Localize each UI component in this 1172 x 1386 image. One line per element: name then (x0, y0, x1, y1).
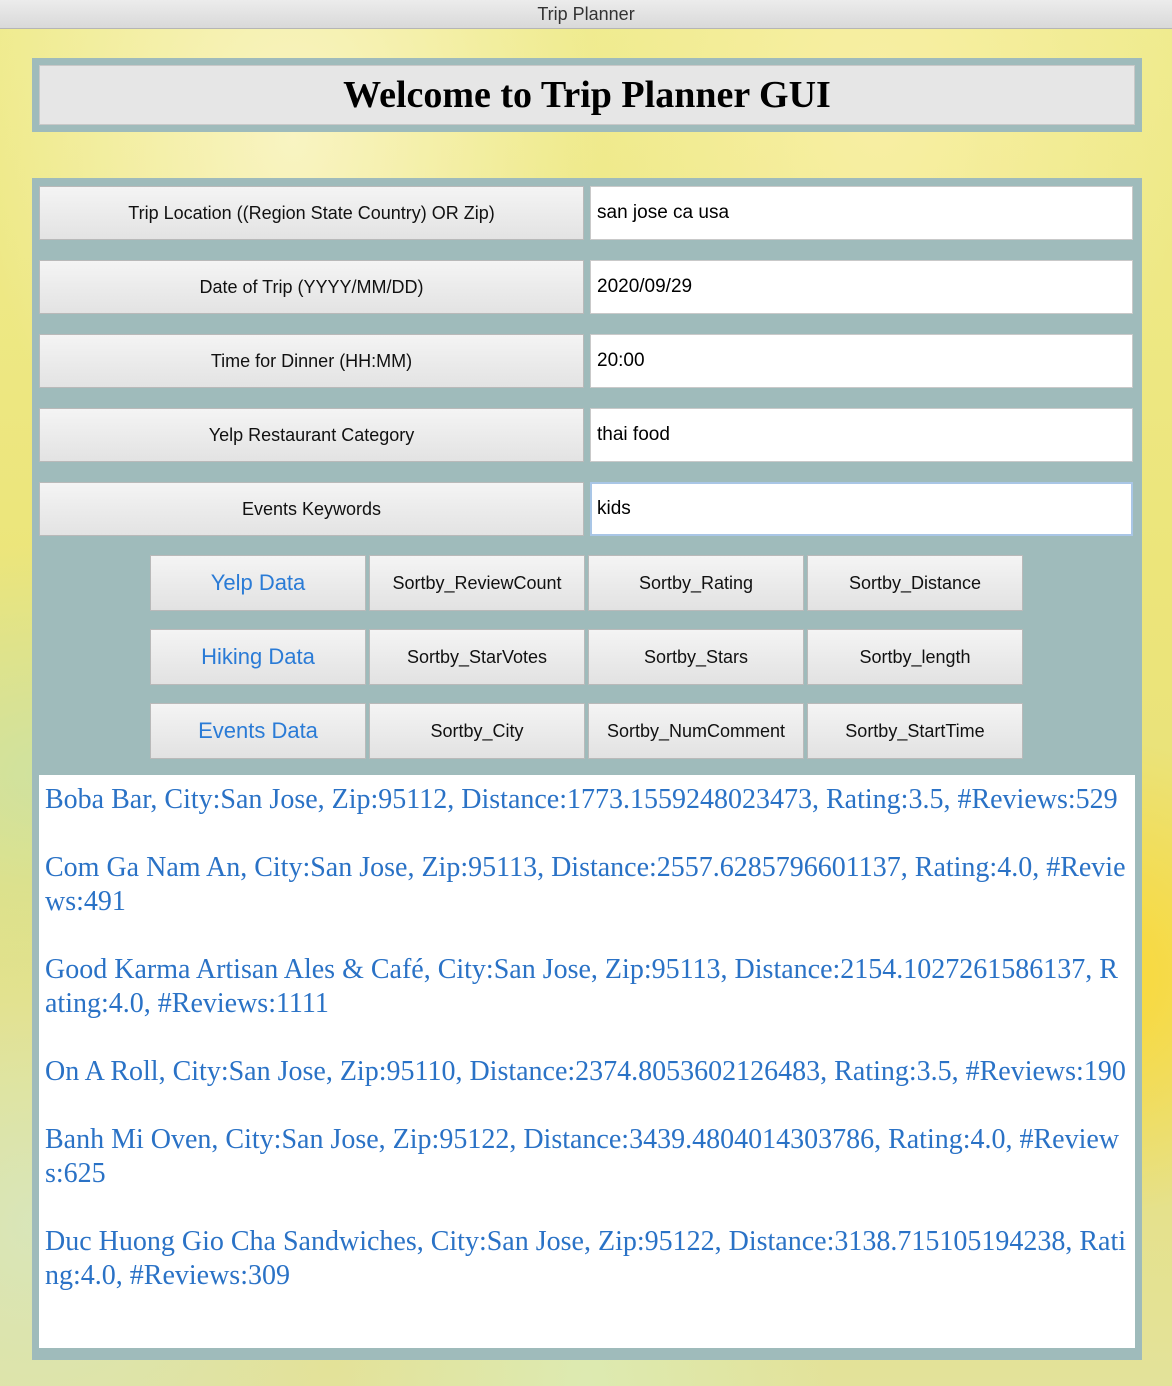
sortby-reviewcount-button[interactable]: Sortby_ReviewCount (369, 555, 585, 611)
header-frame: Welcome to Trip Planner GUI (32, 58, 1142, 132)
trip-location-input[interactable]: san jose ca usa (590, 186, 1133, 240)
sortby-starvotes-button[interactable]: Sortby_StarVotes (369, 629, 585, 685)
sortby-starttime-button[interactable]: Sortby_StartTime (807, 703, 1023, 759)
sortby-city-button[interactable]: Sortby_City (369, 703, 585, 759)
dinner-time-label: Time for Dinner (HH:MM) (39, 334, 584, 388)
dinner-time-input[interactable]: 20:00 (590, 334, 1133, 388)
sortby-stars-button[interactable]: Sortby_Stars (588, 629, 804, 685)
sortby-length-button[interactable]: Sortby_length (807, 629, 1023, 685)
restaurant-category-label: Yelp Restaurant Category (39, 408, 584, 462)
trip-date-input[interactable]: 2020/09/29 (590, 260, 1133, 314)
sortby-numcomment-button[interactable]: Sortby_NumComment (588, 703, 804, 759)
events-keywords-label: Events Keywords (39, 482, 584, 536)
events-data-button[interactable]: Events Data (150, 703, 366, 759)
result-item: Good Karma Artisan Ales & Café, City:San… (45, 954, 1118, 1019)
result-item: Boba Bar, City:San Jose, Zip:95112, Dist… (45, 784, 1118, 815)
yelp-data-button[interactable]: Yelp Data (150, 555, 366, 611)
results-panel[interactable]: Boba Bar, City:San Jose, Zip:95112, Dist… (39, 775, 1135, 1348)
trip-date-label: Date of Trip (YYYY/MM/DD) (39, 260, 584, 314)
hiking-data-button[interactable]: Hiking Data (150, 629, 366, 685)
sortby-rating-button[interactable]: Sortby_Rating (588, 555, 804, 611)
trip-location-label: Trip Location ((Region State Country) OR… (39, 186, 584, 240)
sortby-distance-button[interactable]: Sortby_Distance (807, 555, 1023, 611)
main-panel: Trip Location ((Region State Country) OR… (32, 178, 1142, 1360)
page-title: Welcome to Trip Planner GUI (39, 65, 1135, 125)
result-item: Com Ga Nam An, City:San Jose, Zip:95113,… (45, 852, 1126, 917)
window-title-bar: Trip Planner (0, 0, 1172, 29)
restaurant-category-input[interactable]: thai food (590, 408, 1133, 462)
result-item: Banh Mi Oven, City:San Jose, Zip:95122, … (45, 1124, 1120, 1189)
window-title: Trip Planner (537, 4, 635, 24)
result-item: On A Roll, City:San Jose, Zip:95110, Dis… (45, 1056, 1126, 1087)
result-item: Duc Huong Gio Cha Sandwiches, City:San J… (45, 1226, 1127, 1291)
events-keywords-input[interactable]: kids (590, 482, 1133, 536)
